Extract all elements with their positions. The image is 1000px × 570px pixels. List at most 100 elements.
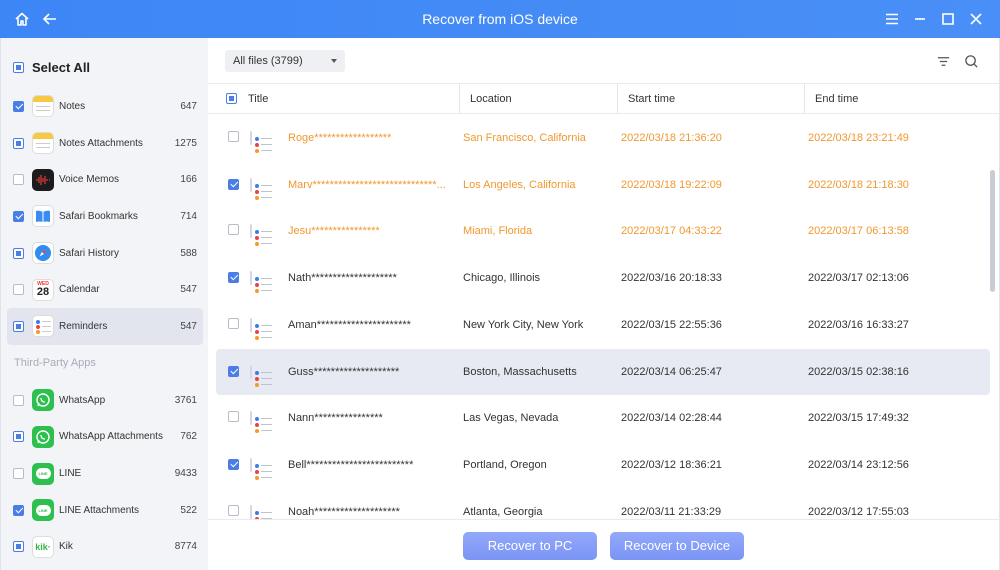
sidebar-item-notes[interactable]: Notes 647 <box>7 88 203 125</box>
sidebar-item-label: Reminders <box>59 320 108 332</box>
header-select-checkbox[interactable] <box>226 93 237 104</box>
sidebar-item-checkbox[interactable] <box>13 320 24 332</box>
row-checkbox[interactable] <box>228 365 239 377</box>
whatsapp-icon <box>32 425 54 448</box>
row-checkbox[interactable] <box>228 411 239 423</box>
calendar-icon: WED 28 <box>32 278 54 301</box>
sidebar-item-count: 588 <box>180 247 197 259</box>
row-checkbox[interactable] <box>228 224 239 236</box>
sidebar-item-count: 3761 <box>174 394 197 406</box>
row-title: Jesu**************** <box>288 225 380 238</box>
search-icon[interactable] <box>962 52 980 70</box>
column-start-time[interactable]: Start time <box>618 83 805 114</box>
sidebar-item-count: 1275 <box>174 137 197 149</box>
row-start-time: 2022/03/18 19:22:09 <box>621 178 722 191</box>
row-location: Portland, Oregon <box>463 458 547 471</box>
title-bar: Recover from iOS device <box>0 0 1000 38</box>
sidebar-item-checkbox[interactable] <box>13 504 24 516</box>
sidebar-item-label: Calendar <box>59 284 100 296</box>
sidebar-item-line-attachments[interactable]: LINE LINE Attachments 522 <box>7 492 203 529</box>
file-filter-dropdown[interactable]: All files (3799) <box>225 50 345 72</box>
sidebar-item-whatsapp-attachments[interactable]: WhatsApp Attachments 762 <box>7 419 203 456</box>
table-row[interactable]: Roge****************** San Francisco, Cal… <box>216 115 990 161</box>
sidebar-item-whatsapp[interactable]: WhatsApp 3761 <box>7 382 203 419</box>
recover-to-device-button[interactable]: Recover to Device <box>610 532 744 560</box>
row-start-time: 2022/03/12 18:36:21 <box>621 458 722 471</box>
table-row[interactable]: Aman********************** New York City,… <box>216 302 990 348</box>
row-location: Boston, Massachusetts <box>463 365 577 378</box>
row-start-time: 2022/03/16 20:18:33 <box>621 272 722 285</box>
row-end-time: 2022/03/15 02:38:16 <box>808 365 909 378</box>
sidebar-item-kik[interactable]: kik· Kik 8774 <box>7 529 203 566</box>
row-end-time: 2022/03/18 23:21:49 <box>808 132 909 144</box>
window-title: Recover from iOS device <box>422 11 578 27</box>
table-row[interactable]: Guss******************** Boston, Massachu… <box>216 348 990 395</box>
sidebar-item-checkbox[interactable] <box>13 247 24 259</box>
menu-icon[interactable] <box>882 9 902 29</box>
sidebar-item-label: Safari History <box>59 247 120 259</box>
row-start-time: 2022/03/18 21:36:20 <box>621 132 722 144</box>
maximize-icon[interactable] <box>938 9 958 29</box>
minimize-icon[interactable] <box>910 9 930 29</box>
sidebar-item-count: 166 <box>180 174 197 186</box>
row-location: Miami, Florida <box>463 225 533 238</box>
row-title: Noah******************** <box>288 505 400 518</box>
table-row[interactable]: Jesu**************** Miami, Florida 2022/0… <box>216 208 990 254</box>
row-title: Aman********************** <box>288 318 411 331</box>
close-icon[interactable] <box>966 9 986 29</box>
sidebar-item-checkbox[interactable] <box>13 210 24 222</box>
row-checkbox[interactable] <box>228 458 239 470</box>
reminder-item-icon <box>250 411 272 434</box>
recover-to-pc-button[interactable]: Recover to PC <box>463 532 597 560</box>
table-row[interactable]: Marv*****************************... Los … <box>216 162 990 208</box>
column-location[interactable]: Location <box>460 83 618 114</box>
row-location: Chicago, Illinois <box>463 272 541 285</box>
row-checkbox[interactable] <box>228 504 239 516</box>
sidebar-item-checkbox[interactable] <box>13 431 24 443</box>
sidebar-item-count: 9433 <box>174 468 197 480</box>
sidebar-item-safari-history[interactable]: Safari History 588 <box>7 235 203 272</box>
sidebar-item-voice-memos[interactable]: Voice Memos 166 <box>7 161 203 198</box>
sidebar-item-calendar[interactable]: WED 28 Calendar 547 <box>7 271 203 308</box>
row-start-time: 2022/03/14 02:28:44 <box>621 412 722 425</box>
row-title: Nann**************** <box>288 412 383 425</box>
row-start-time: 2022/03/17 04:33:22 <box>621 225 722 238</box>
sidebar-item-line[interactable]: LINE LINE 9433 <box>7 455 203 492</box>
sidebar-item-reminders[interactable]: Reminders 547 <box>7 308 203 345</box>
row-checkbox[interactable] <box>228 317 239 329</box>
sidebar-item-checkbox[interactable] <box>13 100 24 112</box>
select-all-checkbox[interactable] <box>13 62 24 73</box>
voice-memos-icon <box>32 168 54 191</box>
sidebar-item-checkbox[interactable] <box>13 174 24 186</box>
scrollbar[interactable] <box>990 170 995 292</box>
sidebar-item-label: Kik <box>59 541 73 553</box>
sidebar-item-checkbox[interactable] <box>13 541 24 553</box>
sidebar-item-checkbox[interactable] <box>13 468 24 480</box>
row-title: Guss******************** <box>288 365 400 378</box>
sidebar-item-checkbox[interactable] <box>13 284 24 296</box>
sidebar-item-label: LINE Attachments <box>59 504 140 516</box>
select-all-label: Select All <box>32 60 91 75</box>
row-checkbox[interactable] <box>228 131 239 142</box>
select-all[interactable]: Select All <box>13 60 90 75</box>
column-end-time[interactable]: End time <box>805 84 985 114</box>
table-row[interactable]: Nath******************** Chicago, Illinoi… <box>216 255 990 301</box>
filter-icon[interactable] <box>934 52 952 70</box>
row-checkbox[interactable] <box>228 272 239 284</box>
table-row[interactable]: Nann**************** Las Vegas, Nevada 202… <box>216 395 990 441</box>
sidebar-item-notes-attachments[interactable]: Notes Attachments 1275 <box>7 125 203 162</box>
row-checkbox[interactable] <box>228 178 239 190</box>
sidebar-item-checkbox[interactable] <box>13 394 24 406</box>
sidebar-item-safari-bookmarks[interactable]: Safari Bookmarks 714 <box>7 198 203 235</box>
column-title[interactable]: Title <box>248 83 460 114</box>
toolbar: All files (3799) <box>208 38 1000 84</box>
chevron-down-icon <box>331 59 337 63</box>
table-row[interactable]: Bell************************* Portland, O… <box>216 442 990 488</box>
sidebar-item-checkbox[interactable] <box>13 137 24 149</box>
sidebar-item-label: WhatsApp Attachments <box>59 431 163 443</box>
line-icon: LINE <box>32 499 54 522</box>
table-row[interactable]: Noah******************** Atlanta, Georgia… <box>216 489 990 519</box>
notes-attachments-icon <box>32 132 54 155</box>
line-icon: LINE <box>32 462 54 485</box>
row-end-time: 2022/03/17 02:13:06 <box>808 272 909 285</box>
